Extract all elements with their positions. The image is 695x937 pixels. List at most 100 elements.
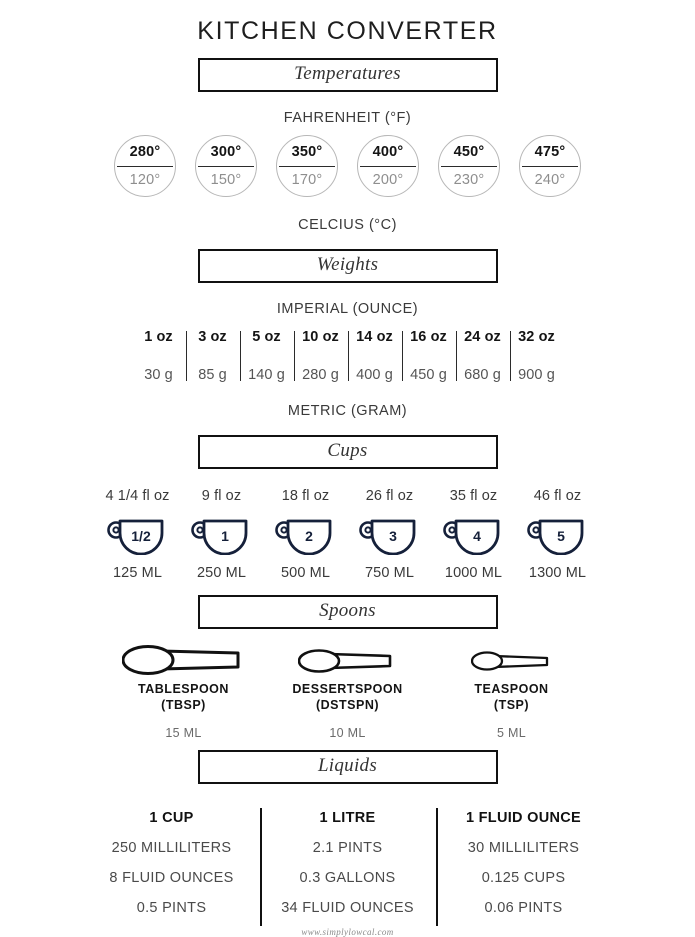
temperature-fahrenheit: 280° [129, 144, 161, 160]
cup-fluid-ounces: 18 fl oz [281, 488, 330, 504]
section-header-label: Spoons [319, 600, 376, 621]
section-header-label: Weights [316, 254, 379, 275]
spoon-name: TABLESPOON [138, 682, 229, 696]
weight-metric: 85 g [198, 367, 227, 383]
spoon-milliliters: 10 ML [329, 726, 366, 740]
weight-imperial: 3 oz [198, 329, 227, 345]
weight-item: 32 oz 900 g [509, 329, 564, 383]
temperature-celsius: 230° [453, 171, 485, 188]
cup-item: 18 fl oz 2 500 ML [264, 488, 348, 581]
weight-metric: 680 g [464, 367, 501, 383]
temperature-item: 450° 230° [438, 135, 500, 197]
spoon-item: DESSERTSPOON (DSTSPN) 10 ML [266, 643, 430, 740]
cup-value: 4 [473, 527, 481, 544]
temperature-celsius: 240° [534, 171, 566, 188]
cup-item: 9 fl oz 1 250 ML [180, 488, 264, 581]
cup-item: 26 fl oz 3 750 ML [348, 488, 432, 581]
weight-item: 5 oz 140 g [239, 329, 294, 383]
liquid-conversion: 2.1 PINTS [312, 840, 383, 856]
temperature-fahrenheit: 350° [291, 144, 323, 160]
weight-item: 16 oz 450 g [401, 329, 456, 383]
section-header-label: Cups [327, 440, 368, 461]
liquid-conversion: 0.06 PINTS [484, 900, 563, 916]
temperature-divider [279, 166, 335, 168]
temperature-celsius: 150° [210, 171, 242, 188]
cup-icon: 1/2 [106, 512, 169, 556]
weight-item: 10 oz 280 g [293, 329, 348, 383]
spoon-name: TEASPOON [474, 682, 549, 696]
liquid-heading: 1 FLUID OUNCE [465, 810, 582, 826]
liquid-conversion: 0.3 GALLONS [299, 870, 396, 886]
section-header-liquids: Liquids [197, 750, 498, 784]
temperature-divider [441, 166, 497, 168]
weight-metric: 30 g [144, 367, 173, 383]
liquid-conversion: 0.5 PINTS [136, 900, 207, 916]
liquid-heading: 1 LITRE [319, 810, 376, 826]
temperature-fahrenheit: 475° [534, 144, 566, 160]
cup-fluid-ounces: 35 fl oz [449, 488, 498, 504]
fahrenheit-caption: FAHRENHEIT (°F) [283, 110, 412, 126]
cup-fluid-ounces: 4 1/4 fl oz [105, 488, 170, 504]
liquid-column: 1 FLUID OUNCE 30 MILLILITERS 0.125 CUPS … [435, 808, 612, 926]
cup-fluid-ounces: 46 fl oz [533, 488, 582, 504]
liquid-conversion: 0.125 CUPS [481, 870, 566, 886]
liquid-conversion: 8 FLUID OUNCES [109, 870, 234, 886]
celsius-caption: CELCIUS (°C) [298, 217, 397, 233]
cup-value: 5 [557, 527, 565, 544]
cup-fluid-ounces: 9 fl oz [201, 488, 242, 504]
weight-item: 14 oz 400 g [347, 329, 402, 383]
temperature-divider [522, 166, 578, 168]
liquid-heading: 1 CUP [149, 810, 194, 826]
tablespoon-icon [121, 643, 246, 677]
cup-item: 4 1/4 fl oz 1/2 125 ML [96, 488, 180, 581]
spoon-item: TABLESPOON (TBSP) 15 ML [102, 643, 266, 740]
spoon-abbreviation: (TSP) [493, 698, 530, 712]
section-header-cups: Cups [197, 435, 498, 469]
spoon-item: TEASPOON (TSP) 5 ML [430, 643, 594, 740]
section-header-label: Liquids [317, 755, 378, 776]
cup-icon: 3 [358, 512, 421, 556]
section-header-temperatures: Temperatures [197, 58, 498, 92]
section-header-weights: Weights [197, 249, 498, 283]
cup-milliliters: 125 ML [113, 565, 162, 581]
temperature-item: 350° 170° [276, 135, 338, 197]
spoon-name: DESSERTSPOON [292, 682, 403, 696]
temperature-divider [117, 166, 173, 168]
spoons-list: TABLESPOON (TBSP) 15 ML DESSERTSPOON (DS… [0, 643, 695, 740]
cup-fluid-ounces: 26 fl oz [365, 488, 414, 504]
cup-value: 1/2 [131, 527, 151, 544]
weight-metric: 140 g [248, 367, 285, 383]
kitchen-converter-poster: KITCHEN CONVERTER Temperatures FAHRENHEI… [0, 17, 695, 937]
temperature-item: 300° 150° [195, 135, 257, 197]
temperature-celsius: 120° [129, 171, 161, 188]
liquid-conversion: 34 FLUID OUNCES [281, 900, 414, 916]
weights-list: 1 oz 30 g 3 oz 85 g 5 oz 140 g 10 oz 280… [0, 329, 695, 383]
section-header-label: Temperatures [294, 63, 401, 84]
temperature-list: 280° 120° 300° 150° 350° 170° 400° 200° … [0, 135, 695, 197]
temperature-divider [198, 166, 254, 168]
weight-item: 3 oz 85 g [185, 329, 240, 383]
imperial-caption: IMPERIAL (OUNCE) [276, 301, 419, 317]
cup-item: 46 fl oz 5 1300 ML [516, 488, 600, 581]
weight-imperial: 24 oz [464, 329, 501, 345]
section-header-spoons: Spoons [197, 595, 498, 629]
cup-icon: 2 [274, 512, 337, 556]
weight-item: 1 oz 30 g [132, 329, 186, 383]
teaspoon-icon [470, 643, 553, 677]
liquid-column: 1 CUP 250 MILLILITERS 8 FLUID OUNCES 0.5… [84, 810, 260, 916]
dessertspoon-icon [297, 643, 398, 677]
spoon-milliliters: 5 ML [497, 726, 526, 740]
weight-imperial: 5 oz [252, 329, 281, 345]
liquid-column: 1 LITRE 2.1 PINTS 0.3 GALLONS 34 FLUID O… [259, 808, 436, 926]
liquid-conversion: 30 MILLILITERS [467, 840, 580, 856]
temperature-item: 400° 200° [357, 135, 419, 197]
liquid-conversion: 250 MILLILITERS [111, 840, 232, 856]
cup-value: 1 [221, 527, 229, 544]
weight-imperial: 1 oz [144, 329, 173, 345]
weight-imperial: 14 oz [356, 329, 393, 345]
cup-value: 3 [389, 527, 397, 544]
page-title: KITCHEN CONVERTER [197, 17, 498, 45]
cup-milliliters: 1000 ML [444, 565, 503, 581]
weight-metric: 400 g [356, 367, 393, 383]
weight-imperial: 10 oz [302, 329, 339, 345]
